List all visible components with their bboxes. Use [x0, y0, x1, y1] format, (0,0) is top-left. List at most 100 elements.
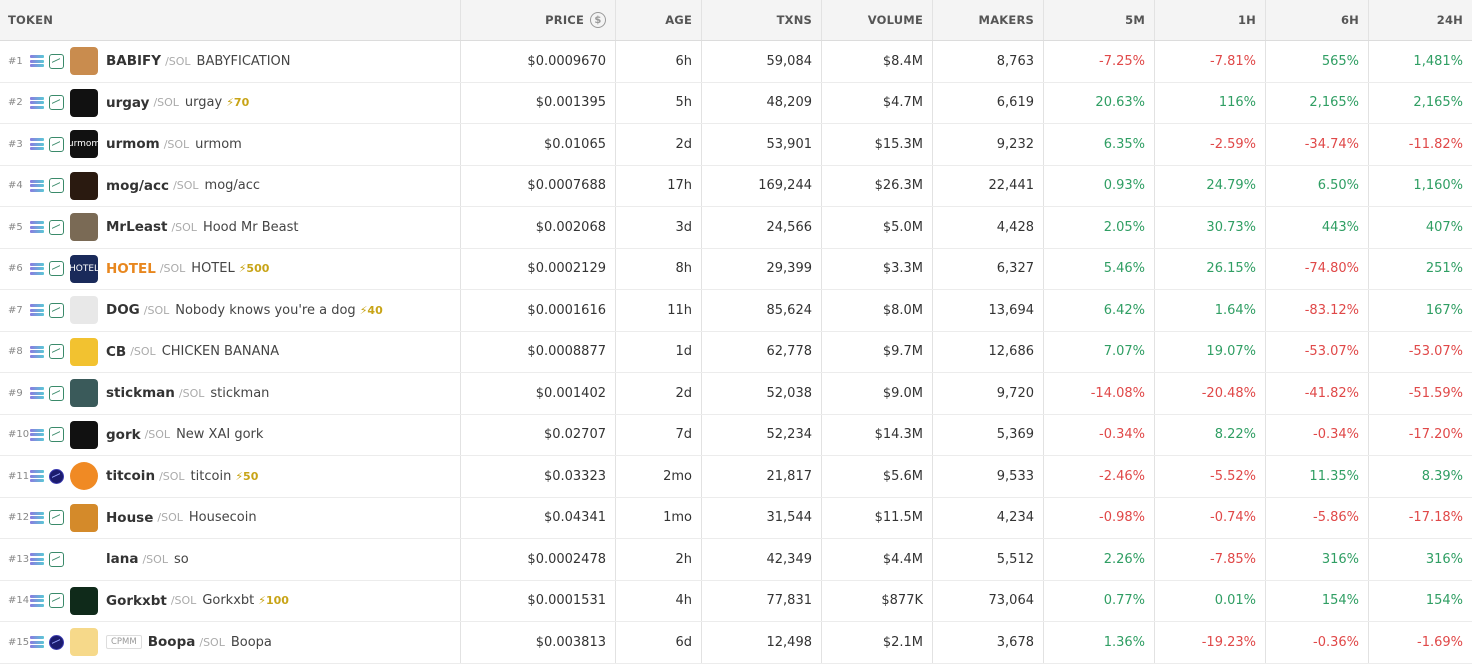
txns-cell: 21,817: [701, 456, 821, 497]
token-cell[interactable]: #12 House /SOL Housecoin: [0, 497, 461, 538]
change-5m-cell: 2.26%: [1043, 539, 1154, 580]
volume-cell: $877K: [821, 580, 932, 621]
solana-chain-icon: [30, 262, 44, 275]
table-row[interactable]: #9 stickman /SOL stickman $0.001402 2d 5…: [0, 373, 1472, 415]
token-cell[interactable]: #2 urgay /SOL urgay ⚡70: [0, 82, 461, 123]
change-24h-cell: 167%: [1368, 290, 1472, 331]
price-cell: $0.0008877: [461, 331, 616, 372]
quote-token: /SOL: [199, 635, 225, 649]
cpmm-badge: CPMM: [106, 635, 142, 650]
volume-cell: $2.1M: [821, 622, 932, 663]
token-avatar: [70, 545, 98, 574]
token-cell[interactable]: #9 stickman /SOL stickman: [0, 373, 461, 414]
rank: #5: [8, 221, 23, 233]
table-row[interactable]: #14 Gorkxbt /SOL Gorkxbt ⚡100 $0.0001531…: [0, 580, 1472, 622]
change-5m-cell: -0.34%: [1043, 414, 1154, 455]
token-name: titcoin: [190, 468, 232, 484]
change-5m-cell: 2.05%: [1043, 207, 1154, 248]
quote-token: /SOL: [144, 428, 171, 442]
col-volume-header[interactable]: VOLUME: [821, 0, 932, 40]
token-cell[interactable]: #4 mog/acc /SOL mog/acc: [0, 165, 461, 206]
table-row[interactable]: #7 DOG /SOL Nobody knows you're a dog ⚡4…: [0, 290, 1472, 332]
solana-chain-icon: [30, 636, 44, 649]
solana-chain-icon: [30, 96, 44, 109]
makers-cell: 9,720: [932, 373, 1043, 414]
table-row[interactable]: #12 House /SOL Housecoin $0.04341 1mo 31…: [0, 497, 1472, 539]
rank: #1: [8, 55, 23, 67]
raydium-dex-icon: [49, 136, 64, 152]
table-row[interactable]: #1 BABIFY /SOL BABYFICATION $0.0009670 6…: [0, 41, 1472, 83]
token-avatar: [70, 462, 98, 491]
token-cell[interactable]: #3 urmom urmom /SOL urmom: [0, 124, 461, 165]
token-cell[interactable]: #7 DOG /SOL Nobody knows you're a dog ⚡4…: [0, 290, 461, 331]
solana-chain-icon: [30, 221, 44, 234]
table-row[interactable]: #3 urmom urmom /SOL urmom $0.01065 2d 53…: [0, 124, 1472, 166]
token-cell[interactable]: #1 BABIFY /SOL BABYFICATION: [0, 41, 461, 82]
rank: #11: [8, 470, 30, 482]
token-cell[interactable]: #6 HOTEL HOTEL /SOL HOTEL ⚡500: [0, 248, 461, 289]
token-cell[interactable]: #8 CB /SOL CHICKEN BANANA: [0, 331, 461, 372]
token-cell[interactable]: #5 MrLeast /SOL Hood Mr Beast: [0, 207, 461, 248]
table-row[interactable]: #13 lana /SOL so $0.0002478 2h 42,349 $4…: [0, 539, 1472, 581]
token-cell[interactable]: #13 lana /SOL so: [0, 539, 461, 580]
age-cell: 2d: [675, 385, 692, 401]
table-row[interactable]: #2 urgay /SOL urgay ⚡70 $0.001395 5h 48,…: [0, 82, 1472, 124]
change-1h-cell: -2.59%: [1154, 124, 1265, 165]
col-token-header[interactable]: TOKEN: [0, 0, 461, 40]
token-name: Housecoin: [188, 510, 257, 526]
age-cell: 4h: [675, 593, 692, 609]
table-row[interactable]: #6 HOTEL HOTEL /SOL HOTEL ⚡500 $0.000212…: [0, 248, 1472, 290]
change-1h-cell: 0.01%: [1154, 580, 1265, 621]
token-cell[interactable]: #11 titcoin /SOL titcoin ⚡50: [0, 456, 461, 497]
raydium-dex-icon: [49, 261, 64, 277]
price-cell: $0.0001616: [461, 290, 616, 331]
token-name: BABYFICATION: [196, 53, 291, 69]
raydium-dex-icon: [49, 178, 64, 194]
change-6h-cell: -74.80%: [1265, 248, 1368, 289]
table-row[interactable]: #8 CB /SOL CHICKEN BANANA $0.0008877 1d …: [0, 331, 1472, 373]
table-row[interactable]: #5 MrLeast /SOL Hood Mr Beast $0.002068 …: [0, 207, 1472, 249]
col-makers-header[interactable]: MAKERS: [932, 0, 1043, 40]
token-cell[interactable]: #14 Gorkxbt /SOL Gorkxbt ⚡100: [0, 580, 461, 621]
token-cell[interactable]: #15 CPMM Boopa /SOL Boopa: [0, 622, 461, 663]
quote-token: /SOL: [153, 96, 179, 110]
token-cell[interactable]: #10 gork /SOL New XAI gork: [0, 414, 461, 455]
token-avatar: urmom: [70, 130, 98, 159]
volume-cell: $5.6M: [821, 456, 932, 497]
token-symbol: MrLeast: [106, 219, 168, 236]
solana-chain-icon: [30, 179, 44, 192]
change-1h-cell: 26.15%: [1154, 248, 1265, 289]
raydium-dex-icon: [49, 53, 64, 69]
makers-cell: 3,678: [932, 622, 1043, 663]
age-cell: 17h: [667, 178, 692, 194]
change-6h-cell: -5.86%: [1265, 497, 1368, 538]
table-row[interactable]: #10 gork /SOL New XAI gork $0.02707 7d 5…: [0, 414, 1472, 456]
quote-token: /SOL: [157, 511, 183, 525]
col-24h-header[interactable]: 24H: [1368, 0, 1472, 40]
col-age-header[interactable]: AGE: [616, 0, 701, 40]
token-name: stickman: [210, 385, 270, 401]
table-row[interactable]: #11 titcoin /SOL titcoin ⚡50 $0.03323 2m…: [0, 456, 1472, 498]
table-row[interactable]: #4 mog/acc /SOL mog/acc $0.0007688 17h 1…: [0, 165, 1472, 207]
makers-cell: 6,619: [932, 82, 1043, 123]
col-makers-label: MAKERS: [978, 13, 1034, 27]
token-avatar: [70, 586, 98, 615]
age-cell: 5h: [675, 95, 692, 111]
col-6h-header[interactable]: 6H: [1265, 0, 1368, 40]
col-5m-header[interactable]: 5M: [1043, 0, 1154, 40]
dollar-icon[interactable]: $: [590, 12, 606, 28]
col-1h-header[interactable]: 1H: [1154, 0, 1265, 40]
change-6h-cell: -34.74%: [1265, 124, 1368, 165]
table-row[interactable]: #15 CPMM Boopa /SOL Boopa $0.003813 6d 1…: [0, 622, 1472, 664]
change-5m-cell: 7.07%: [1043, 331, 1154, 372]
token-avatar: [70, 337, 98, 366]
col-txns-header[interactable]: TXNS: [701, 0, 821, 40]
txns-cell: 53,901: [701, 124, 821, 165]
rank: #9: [8, 387, 23, 399]
token-avatar: [70, 171, 98, 200]
change-5m-cell: -0.98%: [1043, 497, 1154, 538]
change-24h-cell: -51.59%: [1368, 373, 1472, 414]
price-cell: $0.002068: [461, 207, 616, 248]
col-price-header[interactable]: PRICE $: [461, 0, 616, 40]
price-cell: $0.001395: [461, 82, 616, 123]
